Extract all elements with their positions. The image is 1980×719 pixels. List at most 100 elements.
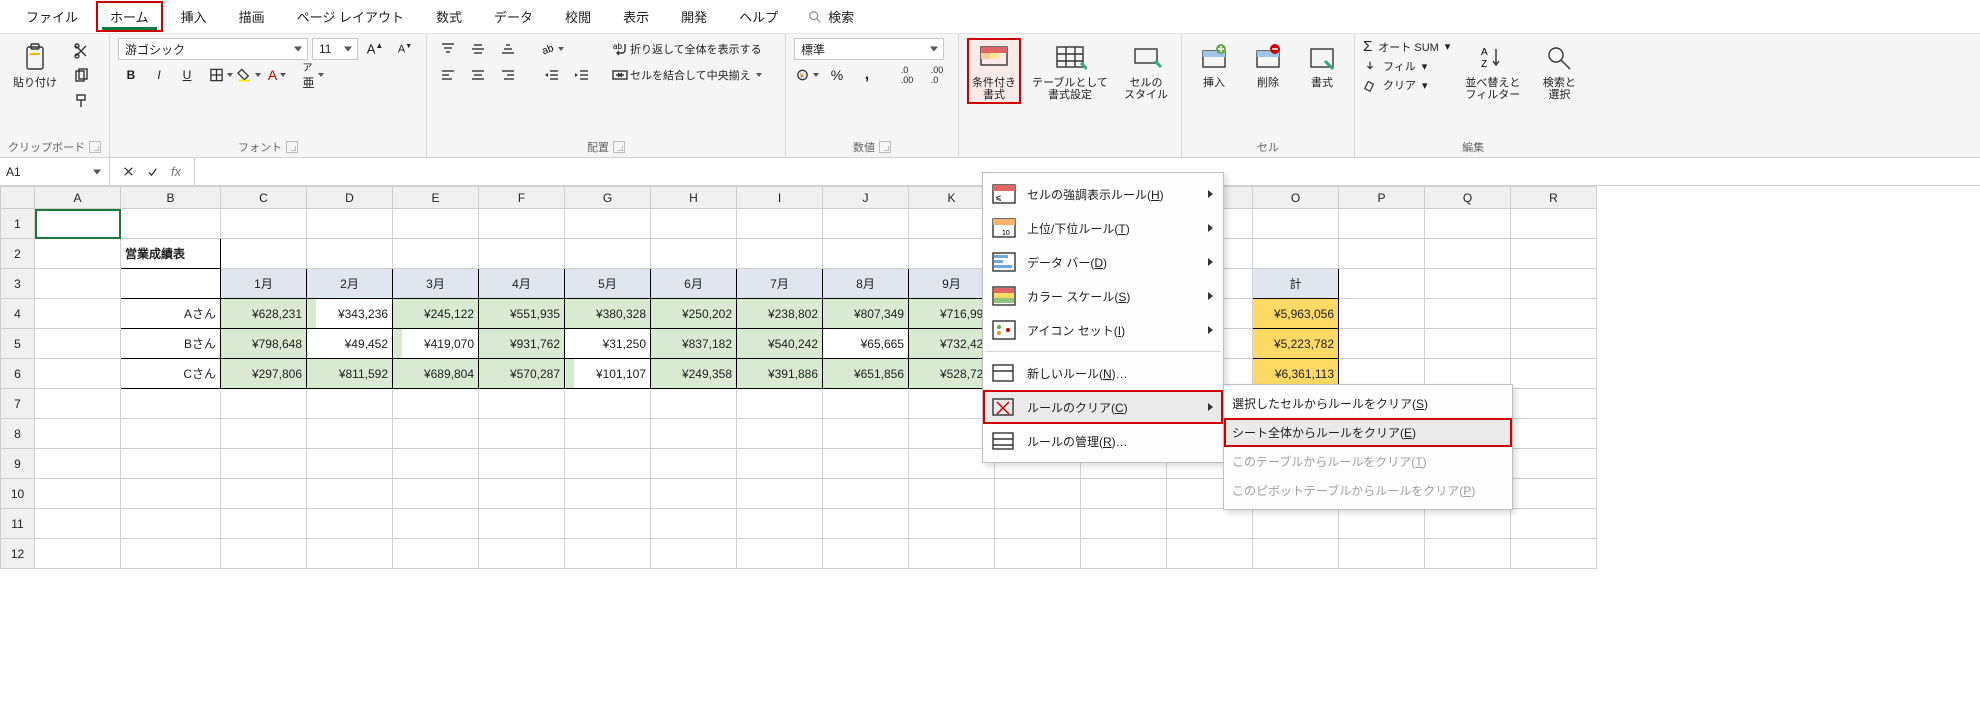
cell[interactable]	[1511, 389, 1597, 419]
cell[interactable]	[565, 209, 651, 239]
cell[interactable]	[565, 419, 651, 449]
cell[interactable]	[1425, 539, 1511, 569]
cell[interactable]	[35, 239, 121, 269]
cell[interactable]: Cさん	[121, 359, 221, 389]
cell[interactable]: 1月	[221, 269, 307, 299]
cell[interactable]	[1339, 329, 1425, 359]
cell[interactable]	[35, 449, 121, 479]
column-header[interactable]: F	[479, 187, 565, 209]
row-header[interactable]: 8	[1, 419, 35, 449]
copy-button[interactable]	[68, 65, 94, 87]
cell[interactable]	[1511, 239, 1597, 269]
cell[interactable]: ¥101,107	[565, 359, 651, 389]
cell[interactable]	[1511, 509, 1597, 539]
column-header[interactable]: C	[221, 187, 307, 209]
tab-ホーム[interactable]: ホーム	[96, 1, 163, 32]
cell[interactable]	[121, 269, 221, 299]
cell[interactable]	[35, 299, 121, 329]
cell[interactable]	[307, 509, 393, 539]
cell[interactable]	[479, 209, 565, 239]
cell[interactable]: ¥249,358	[651, 359, 737, 389]
cell[interactable]	[651, 419, 737, 449]
cell[interactable]	[737, 509, 823, 539]
cell[interactable]	[823, 479, 909, 509]
cell[interactable]	[651, 209, 737, 239]
conditional-format-button[interactable]: 条件付き 書式	[967, 38, 1021, 104]
comma-style-button[interactable]: ,	[854, 64, 880, 86]
cell[interactable]	[307, 389, 393, 419]
font-color-button[interactable]: A	[264, 64, 290, 86]
cf-menu-db[interactable]: データ バー(D)	[983, 245, 1223, 279]
align-center-button[interactable]	[465, 64, 491, 86]
cell[interactable]	[307, 539, 393, 569]
cell[interactable]	[1081, 479, 1167, 509]
number-format-combo[interactable]: 標準	[794, 38, 944, 60]
cell[interactable]	[393, 209, 479, 239]
cell[interactable]	[221, 209, 307, 239]
cell[interactable]	[307, 239, 393, 269]
sort-filter-button[interactable]: AZ 並べ替えと フィルター	[1460, 38, 1525, 104]
cut-button[interactable]	[68, 40, 94, 62]
cell[interactable]	[909, 509, 995, 539]
cell[interactable]	[823, 509, 909, 539]
cell[interactable]	[221, 509, 307, 539]
row-header[interactable]: 9	[1, 449, 35, 479]
paste-button[interactable]: 貼り付け	[8, 38, 62, 92]
cell[interactable]	[737, 539, 823, 569]
row-header[interactable]: 5	[1, 329, 35, 359]
row-header[interactable]: 12	[1, 539, 35, 569]
accounting-format-button[interactable]: ¥	[794, 64, 820, 86]
row-header[interactable]: 11	[1, 509, 35, 539]
cell[interactable]: ¥297,806	[221, 359, 307, 389]
cell[interactable]	[823, 539, 909, 569]
cell[interactable]: ¥31,250	[565, 329, 651, 359]
cell[interactable]: ¥837,182	[651, 329, 737, 359]
cell[interactable]	[995, 539, 1081, 569]
font-name-combo[interactable]: 游ゴシック	[118, 38, 308, 60]
increase-decimal-button[interactable]: .0.00	[894, 64, 920, 86]
cell[interactable]	[221, 239, 307, 269]
align-middle-button[interactable]	[465, 38, 491, 60]
cell[interactable]	[737, 479, 823, 509]
tab-データ[interactable]: データ	[480, 1, 547, 32]
cell[interactable]	[35, 479, 121, 509]
cell[interactable]	[651, 539, 737, 569]
cell[interactable]	[995, 479, 1081, 509]
cell[interactable]	[307, 479, 393, 509]
row-header[interactable]: 6	[1, 359, 35, 389]
cell[interactable]	[737, 209, 823, 239]
cell[interactable]	[1511, 479, 1597, 509]
italic-button[interactable]: I	[146, 64, 172, 86]
bold-button[interactable]: B	[118, 64, 144, 86]
font-size-combo[interactable]: 11	[312, 38, 358, 60]
cell[interactable]: 7月	[737, 269, 823, 299]
cell[interactable]	[823, 389, 909, 419]
tab-挿入[interactable]: 挿入	[167, 1, 221, 32]
cell[interactable]: ¥419,070	[393, 329, 479, 359]
column-header[interactable]: P	[1339, 187, 1425, 209]
cell[interactable]	[479, 539, 565, 569]
cell[interactable]	[565, 509, 651, 539]
tab-ページ レイアウト[interactable]: ページ レイアウト	[283, 1, 418, 32]
cell[interactable]	[307, 209, 393, 239]
cf-menu-mgr[interactable]: ルールの管理(R)…	[983, 424, 1223, 458]
cell[interactable]	[823, 419, 909, 449]
cell[interactable]	[393, 239, 479, 269]
cell[interactable]	[1425, 299, 1511, 329]
cell[interactable]: ¥5,963,056	[1253, 299, 1339, 329]
tab-数式[interactable]: 数式	[422, 1, 476, 32]
cell[interactable]: ¥628,231	[221, 299, 307, 329]
cell[interactable]: ¥689,804	[393, 359, 479, 389]
cell[interactable]	[1511, 299, 1597, 329]
cell[interactable]: ¥931,762	[479, 329, 565, 359]
cell[interactable]: ¥245,122	[393, 299, 479, 329]
cell[interactable]: ¥551,935	[479, 299, 565, 329]
fill-color-button[interactable]	[236, 64, 262, 86]
cell[interactable]	[1511, 359, 1597, 389]
cell[interactable]	[307, 449, 393, 479]
cancel-entry-icon[interactable]	[120, 164, 136, 180]
borders-button[interactable]	[208, 64, 234, 86]
cell[interactable]	[1511, 449, 1597, 479]
cell[interactable]: ¥380,328	[565, 299, 651, 329]
cell[interactable]	[479, 509, 565, 539]
